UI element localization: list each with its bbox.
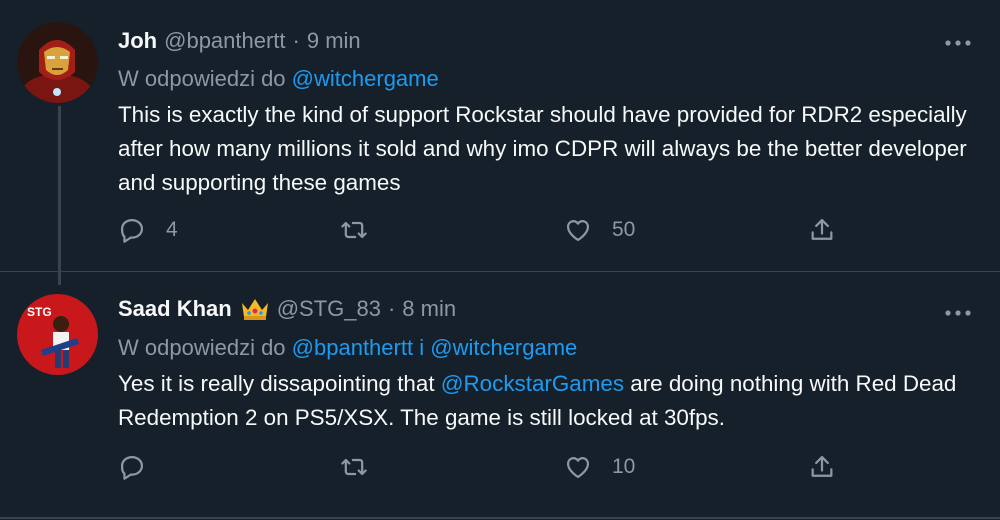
more-options-button[interactable] — [944, 35, 972, 46]
like-button[interactable]: 50 — [564, 216, 635, 244]
tweet-actions: 10 — [118, 453, 878, 493]
reply-icon — [120, 218, 144, 243]
reply-button[interactable] — [118, 453, 166, 481]
like-count: 50 — [612, 218, 636, 241]
retweet-icon — [341, 458, 367, 476]
mention-link[interactable]: @witchergame — [292, 66, 439, 91]
more-icon — [945, 40, 971, 46]
mention-link[interactable]: @bpanthertt — [292, 335, 413, 360]
timestamp[interactable]: 8 min — [402, 296, 456, 322]
replying-to: W odpowiedzi do @bpanthertt i @witcherga… — [118, 335, 577, 361]
tweet-text-part: Yes it is really dissapointing that — [118, 371, 441, 396]
reply-icon — [120, 455, 144, 480]
avatar[interactable]: STG — [17, 294, 98, 375]
tweet-actions: 4 50 — [118, 216, 878, 256]
replying-to: W odpowiedzi do @witchergame — [118, 66, 439, 92]
more-icon — [945, 310, 971, 316]
tweet-text: This is exactly the kind of support Rock… — [118, 102, 967, 195]
reply-button[interactable]: 4 — [118, 216, 178, 244]
heart-icon — [566, 220, 590, 242]
user-handle[interactable]: @bpanthertt — [164, 28, 285, 54]
tweet-text: Yes it is really dissapointing that @Roc… — [118, 367, 978, 435]
separator-dot: · — [292, 28, 300, 53]
user-handle[interactable]: @STG_83 — [277, 296, 381, 322]
reply-joiner: i — [419, 335, 425, 360]
reply-prefix: W odpowiedzi do — [118, 335, 286, 360]
crown-icon — [240, 296, 270, 322]
reply-count: 4 — [166, 218, 178, 241]
retweet-button[interactable] — [340, 453, 388, 481]
scott-pilgrim-avatar-icon: STG — [17, 294, 98, 375]
reply-prefix: W odpowiedzi do — [118, 66, 286, 91]
retweet-button[interactable] — [340, 216, 388, 244]
tweet-header: Saad Khan @STG_83 · 8 min — [118, 296, 456, 322]
like-button[interactable]: 10 — [564, 453, 635, 481]
heart-icon — [566, 457, 590, 479]
display-name[interactable]: Saad Khan — [118, 296, 232, 322]
avatar[interactable] — [17, 22, 98, 103]
tweet[interactable]: Joh @bpanthertt · 9 min W odpowiedzi do … — [0, 0, 1000, 271]
mention-link[interactable]: @witchergame — [430, 335, 577, 360]
tweet-header: Joh @bpanthertt · 9 min — [118, 28, 361, 54]
tweet[interactable]: STG Saad Khan @STG_83 · 8 min W odpowied… — [0, 271, 1000, 520]
mention-link[interactable]: @RockstarGames — [441, 371, 624, 396]
share-icon — [811, 218, 833, 240]
share-button[interactable] — [808, 453, 836, 481]
separator-dot: · — [387, 296, 396, 321]
like-count: 10 — [612, 455, 636, 478]
svg-text:STG: STG — [27, 305, 52, 319]
display-name[interactable]: Joh — [118, 28, 157, 54]
share-button[interactable] — [808, 216, 836, 244]
more-options-button[interactable] — [944, 305, 972, 316]
retweet-icon — [341, 221, 367, 239]
iron-man-avatar-icon — [17, 22, 98, 103]
share-icon — [811, 455, 833, 477]
timestamp[interactable]: 9 min — [307, 28, 361, 54]
